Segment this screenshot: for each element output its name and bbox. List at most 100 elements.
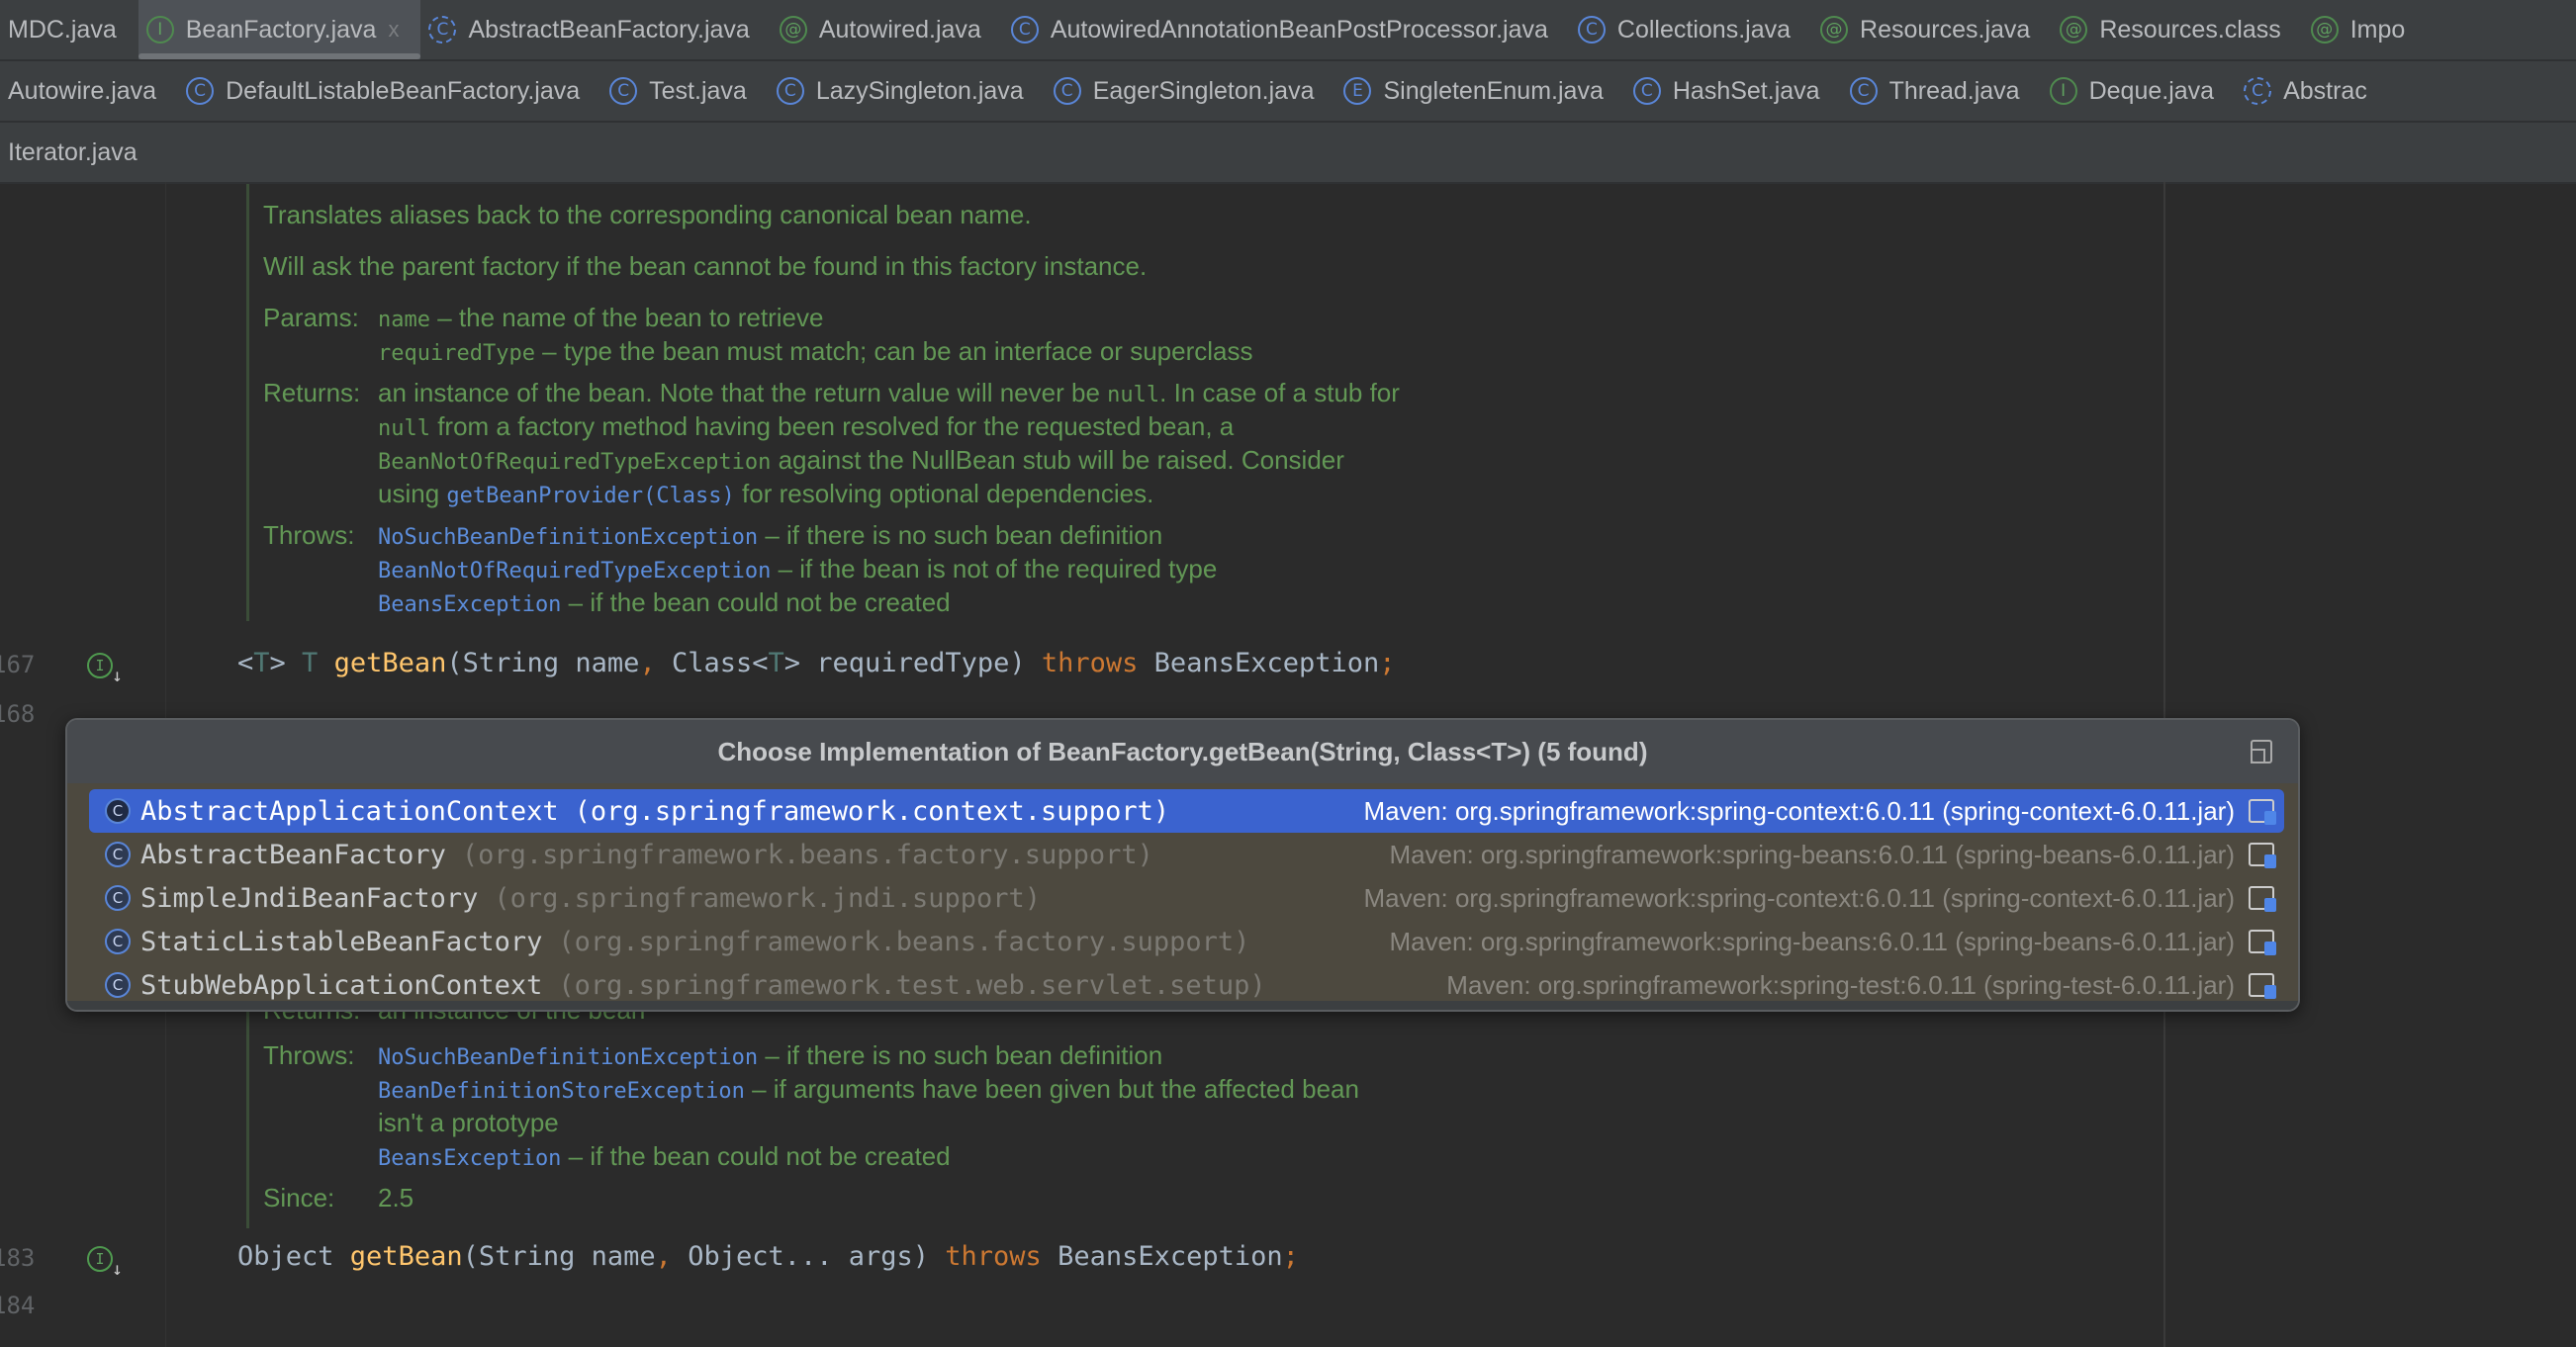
library-source: Maven: org.springframework:spring-test:6…: [1446, 969, 2235, 1000]
editor-tab[interactable]: E SingletenEnum.java: [1335, 61, 1624, 121]
enum-icon: E: [1343, 77, 1372, 105]
editor-tab[interactable]: I BeanFactory.java x: [138, 0, 421, 59]
package-name: (org.springframework.context.support): [574, 795, 1170, 827]
doc-line: BeanNotOfRequiredTypeException against t…: [263, 443, 1344, 480]
editor-tab[interactable]: @ Impo: [2303, 0, 2428, 59]
doc-line: Params: name – the name of the bean to re…: [263, 301, 823, 337]
doc-line: Will ask the parent factory if the bean …: [263, 249, 1147, 283]
doc-link[interactable]: BeansException: [378, 592, 561, 617]
class-icon: C: [1577, 16, 1606, 44]
package-name: (org.springframework.test.web.servlet.se…: [558, 969, 1266, 1001]
implementation-list: C AbstractApplicationContext (org.springfr…: [67, 783, 2298, 1001]
editor-tab[interactable]: @ Autowired.java: [772, 0, 1003, 59]
doc-text: using: [378, 479, 447, 508]
editor-tab[interactable]: @ Resources.class: [2052, 0, 2302, 59]
editor-tab[interactable]: C AutowiredAnnotationBeanPostProcessor.ja…: [1003, 0, 1570, 59]
class-name: StubWebApplicationContext: [140, 969, 543, 1001]
tab-label: MDC.java: [8, 15, 117, 44]
editor-tab[interactable]: C Abstrac: [2236, 61, 2389, 121]
class-icon: C: [1849, 77, 1878, 105]
editor-tab[interactable]: Autowire.java: [0, 61, 178, 121]
implementation-item[interactable]: C AbstractApplicationContext (org.springfr…: [89, 789, 2284, 833]
tab-label: SingletenEnum.java: [1383, 76, 1604, 105]
editor-tab[interactable]: C Thread.java: [1842, 61, 2042, 121]
choose-implementation-popup: Choose Implementation of BeanFactory.get…: [65, 718, 2300, 1012]
class-icon: C: [609, 77, 638, 105]
code-token: >: [269, 648, 303, 678]
editor-tab[interactable]: C DefaultListableBeanFactory.java: [178, 61, 601, 121]
abstract-class-icon: C: [428, 16, 457, 44]
doc-text: for resolving optional dependencies.: [734, 479, 1154, 508]
doc-link[interactable]: NoSuchBeanDefinitionException: [378, 1045, 758, 1070]
doc-text: isn't a prototype: [378, 1108, 559, 1137]
doc-section-label: Since:: [263, 1183, 335, 1212]
doc-text: an instance of the bean. Note that the r…: [378, 378, 1108, 407]
implementation-item[interactable]: C AbstractBeanFactory (org.springframework…: [89, 833, 2284, 876]
line-number: 183: [0, 1244, 36, 1272]
doc-text: name: [378, 308, 430, 332]
line-number: 168: [0, 700, 36, 728]
doc-link[interactable]: BeansException: [378, 1146, 561, 1171]
library-folder-icon: [2249, 930, 2276, 955]
code-token: ,: [639, 648, 656, 678]
doc-text: – if there is no such bean definition: [758, 520, 1163, 550]
implemented-interface-gutter-icon[interactable]: I: [87, 1246, 123, 1280]
tab-row-3: Iterator.java: [0, 123, 2576, 184]
code-token: > requiredType): [783, 648, 1042, 678]
doc-link[interactable]: getBeanProvider(Class): [446, 484, 734, 508]
code-line[interactable]: Object getBean(String name, Object... ar…: [237, 1241, 1299, 1272]
library-folder-icon: [2249, 843, 2276, 868]
doc-text: Translates aliases back to the correspon…: [263, 200, 1032, 229]
tab-label: Deque.java: [2088, 76, 2215, 105]
code-token: Object... args): [671, 1241, 946, 1272]
abstract-class-icon: C: [2244, 77, 2272, 105]
close-tab-icon[interactable]: x: [388, 17, 399, 43]
tab-label: Abstrac: [2283, 76, 2367, 105]
doc-line: using getBeanProvider(Class) for resolvi…: [263, 477, 1153, 513]
doc-text: – if arguments have been given but the a…: [744, 1074, 1359, 1104]
doc-line: BeansException – if the bean could not b…: [263, 585, 951, 622]
doc-section-label: Throws:: [263, 1040, 355, 1070]
tab-label: EagerSingleton.java: [1092, 76, 1315, 105]
code-token: ;: [1282, 1241, 1299, 1272]
doc-link[interactable]: BeanNotOfRequiredTypeException: [378, 559, 771, 584]
doc-link[interactable]: NoSuchBeanDefinitionException: [378, 525, 758, 550]
editor-tab[interactable]: Iterator.java: [0, 123, 159, 182]
library-source: Maven: org.springframework:spring-beans:…: [1389, 839, 2235, 869]
open-in-find-window-icon[interactable]: [2251, 740, 2272, 763]
class-icon: C: [105, 929, 131, 954]
library-folder-icon: [2249, 973, 2276, 999]
doc-text: . In case of a stub for: [1159, 378, 1400, 407]
editor-tab[interactable]: MDC.java: [0, 0, 138, 59]
editor-tab[interactable]: C LazySingleton.java: [769, 61, 1046, 121]
doc-line: Returns: an instance of the bean. Note th…: [263, 376, 1400, 412]
code-token: throws: [1041, 648, 1139, 678]
implementation-item[interactable]: C StubWebApplicationContext (org.springfra…: [89, 963, 2284, 1007]
editor-tab[interactable]: C HashSet.java: [1625, 61, 1842, 121]
editor-tab[interactable]: C AbstractBeanFactory.java: [420, 0, 771, 59]
implemented-interface-gutter-icon[interactable]: I: [87, 653, 123, 686]
class-icon: C: [105, 885, 131, 911]
code-token: Object: [237, 1241, 350, 1272]
editor-tab[interactable]: @ Resources.java: [1812, 0, 2052, 59]
editor-tab[interactable]: I Deque.java: [2042, 61, 2236, 121]
class-icon: C: [186, 77, 215, 105]
abstract-class-icon: C: [105, 842, 131, 867]
doc-text: null: [378, 416, 430, 441]
doc-text: BeanNotOfRequiredTypeException: [378, 450, 772, 475]
tab-label: Test.java: [649, 76, 747, 105]
tab-label: DefaultListableBeanFactory.java: [226, 76, 581, 105]
library-source: Maven: org.springframework:spring-contex…: [1363, 882, 2235, 913]
implementation-item[interactable]: C StaticListableBeanFactory (org.springfra…: [89, 920, 2284, 963]
code-line[interactable]: <T> T getBean(String name, Class<T> requ…: [237, 648, 1396, 678]
annotation-icon: @: [2060, 16, 2088, 44]
editor-tab[interactable]: C Test.java: [601, 61, 769, 121]
editor-tab[interactable]: C EagerSingleton.java: [1046, 61, 1336, 121]
code-token: T: [302, 648, 319, 678]
doc-link[interactable]: BeanDefinitionStoreException: [378, 1079, 745, 1104]
implementation-item[interactable]: C SimpleJndiBeanFactory (org.springframewo…: [89, 876, 2284, 920]
doc-line: null from a factory method having been r…: [263, 409, 1234, 446]
editor-tab[interactable]: C Collections.java: [1570, 0, 1812, 59]
tab-label: Resources.java: [1860, 15, 2031, 44]
